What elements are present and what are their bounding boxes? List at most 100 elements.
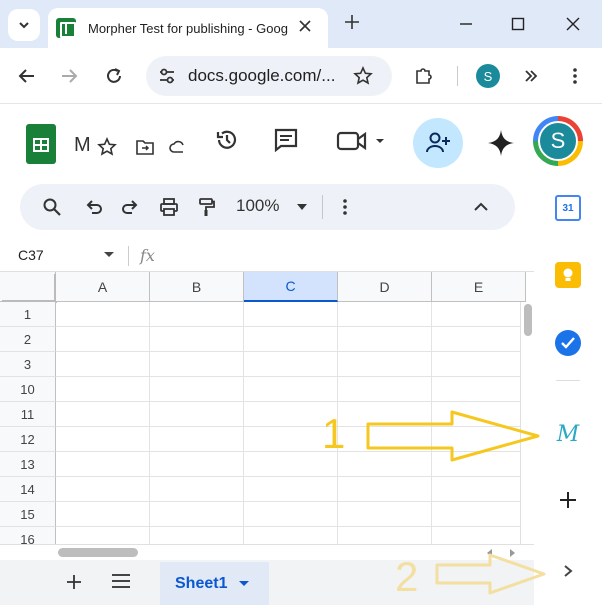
gemini-button[interactable] [486, 128, 516, 158]
browser-profile-avatar[interactable]: S [476, 64, 500, 88]
grid-cell[interactable] [150, 427, 244, 452]
morpher-addon-icon[interactable]: M [555, 421, 581, 447]
horizontal-scroll-thumb[interactable] [58, 548, 138, 557]
bookmark-button[interactable] [350, 63, 376, 89]
grid-cell[interactable] [244, 477, 338, 502]
document-title[interactable]: M [74, 134, 91, 157]
get-addons-button[interactable] [555, 487, 581, 513]
row-header[interactable]: 11 [0, 402, 56, 427]
row-header[interactable]: 14 [0, 477, 56, 502]
more-tools-button[interactable] [518, 63, 544, 89]
grid-cell[interactable] [150, 477, 244, 502]
share-button[interactable] [413, 118, 463, 168]
minimize-button[interactable] [454, 12, 478, 36]
browser-tab[interactable]: Morpher Test for publishing - Google [48, 8, 328, 48]
grid-cell[interactable] [56, 377, 150, 402]
new-tab-button[interactable] [338, 10, 366, 36]
grid-cell[interactable] [56, 402, 150, 427]
extensions-button[interactable] [410, 63, 436, 89]
more-toolbar-options-button[interactable] [333, 195, 357, 219]
grid-cell[interactable] [244, 502, 338, 527]
tab-close-button[interactable] [298, 19, 312, 38]
grid-cell[interactable] [338, 352, 432, 377]
grid-cell[interactable] [56, 427, 150, 452]
comments-button[interactable] [272, 126, 300, 154]
collapse-toolbar-button[interactable] [469, 195, 493, 219]
name-box[interactable]: C37 [18, 247, 44, 263]
grid-cell[interactable] [338, 302, 432, 327]
grid-cell[interactable] [338, 327, 432, 352]
grid-cell[interactable] [432, 352, 526, 377]
cloud-status-button[interactable] [168, 136, 188, 158]
grid-cell[interactable] [432, 302, 526, 327]
column-header-c[interactable]: C [244, 272, 338, 302]
forward-button[interactable] [56, 63, 82, 89]
grid-cell[interactable] [56, 352, 150, 377]
sheet-tab-sheet1[interactable]: Sheet1 [160, 562, 269, 605]
grid-cell[interactable] [432, 502, 526, 527]
column-header-a[interactable]: A [56, 272, 150, 302]
vertical-scroll-thumb[interactable] [524, 304, 532, 336]
back-button[interactable] [14, 63, 40, 89]
row-header[interactable]: 3 [0, 352, 56, 377]
paint-format-button[interactable] [195, 195, 219, 219]
account-avatar[interactable]: S [533, 116, 583, 166]
expand-side-panel-button[interactable] [555, 558, 581, 584]
redo-button[interactable] [118, 195, 142, 219]
maximize-button[interactable] [506, 12, 530, 36]
zoom-select[interactable]: 100% [236, 196, 279, 216]
star-document-button[interactable] [96, 136, 118, 158]
name-box-caret-icon[interactable] [104, 252, 114, 257]
sheets-logo-icon[interactable] [26, 124, 56, 164]
column-header-d[interactable]: D [338, 272, 432, 302]
reload-button[interactable] [101, 63, 127, 89]
grid-cell[interactable] [150, 502, 244, 527]
browser-menu-button[interactable] [562, 63, 588, 89]
move-document-button[interactable] [134, 136, 156, 158]
all-sheets-button[interactable] [112, 574, 130, 592]
zoom-dropdown-button[interactable] [290, 195, 314, 219]
calendar-app-icon[interactable]: 31 [555, 195, 581, 221]
grid-cell[interactable] [56, 327, 150, 352]
undo-button[interactable] [82, 195, 106, 219]
row-header[interactable]: 12 [0, 427, 56, 452]
grid-cell[interactable] [150, 402, 244, 427]
row-header[interactable]: 13 [0, 452, 56, 477]
column-header-b[interactable]: B [150, 272, 244, 302]
grid-cell[interactable] [244, 327, 338, 352]
row-header[interactable]: 2 [0, 327, 56, 352]
version-history-button[interactable] [213, 126, 241, 154]
grid-cell[interactable] [338, 477, 432, 502]
grid-cell[interactable] [244, 377, 338, 402]
grid-cell[interactable] [244, 302, 338, 327]
grid-cell[interactable] [56, 502, 150, 527]
tasks-app-icon[interactable] [555, 330, 581, 356]
window-close-button[interactable] [561, 12, 585, 36]
grid-cell[interactable] [432, 477, 526, 502]
grid-cell[interactable] [244, 352, 338, 377]
row-header[interactable]: 15 [0, 502, 56, 527]
print-button[interactable] [157, 195, 181, 219]
grid-cell[interactable] [56, 302, 150, 327]
row-header[interactable]: 10 [0, 377, 56, 402]
row-header[interactable]: 1 [0, 302, 56, 327]
keep-app-icon[interactable] [555, 262, 581, 288]
grid-cell[interactable] [150, 452, 244, 477]
grid-cell[interactable] [432, 377, 526, 402]
grid-cell[interactable] [150, 302, 244, 327]
grid-cell[interactable] [338, 377, 432, 402]
grid-cell[interactable] [150, 377, 244, 402]
select-all-corner[interactable] [0, 272, 57, 303]
tab-search-button[interactable] [8, 9, 40, 41]
caret-down-icon[interactable] [239, 581, 250, 586]
grid-cell[interactable] [150, 352, 244, 377]
site-settings-icon[interactable] [158, 67, 176, 85]
add-sheet-button[interactable] [64, 570, 84, 596]
grid-cell[interactable] [56, 477, 150, 502]
grid-cell[interactable] [150, 327, 244, 352]
grid-cell[interactable] [56, 452, 150, 477]
search-menus-button[interactable] [40, 195, 64, 219]
grid-cell[interactable] [432, 327, 526, 352]
meet-button[interactable] [336, 128, 388, 154]
grid-cell[interactable] [338, 502, 432, 527]
